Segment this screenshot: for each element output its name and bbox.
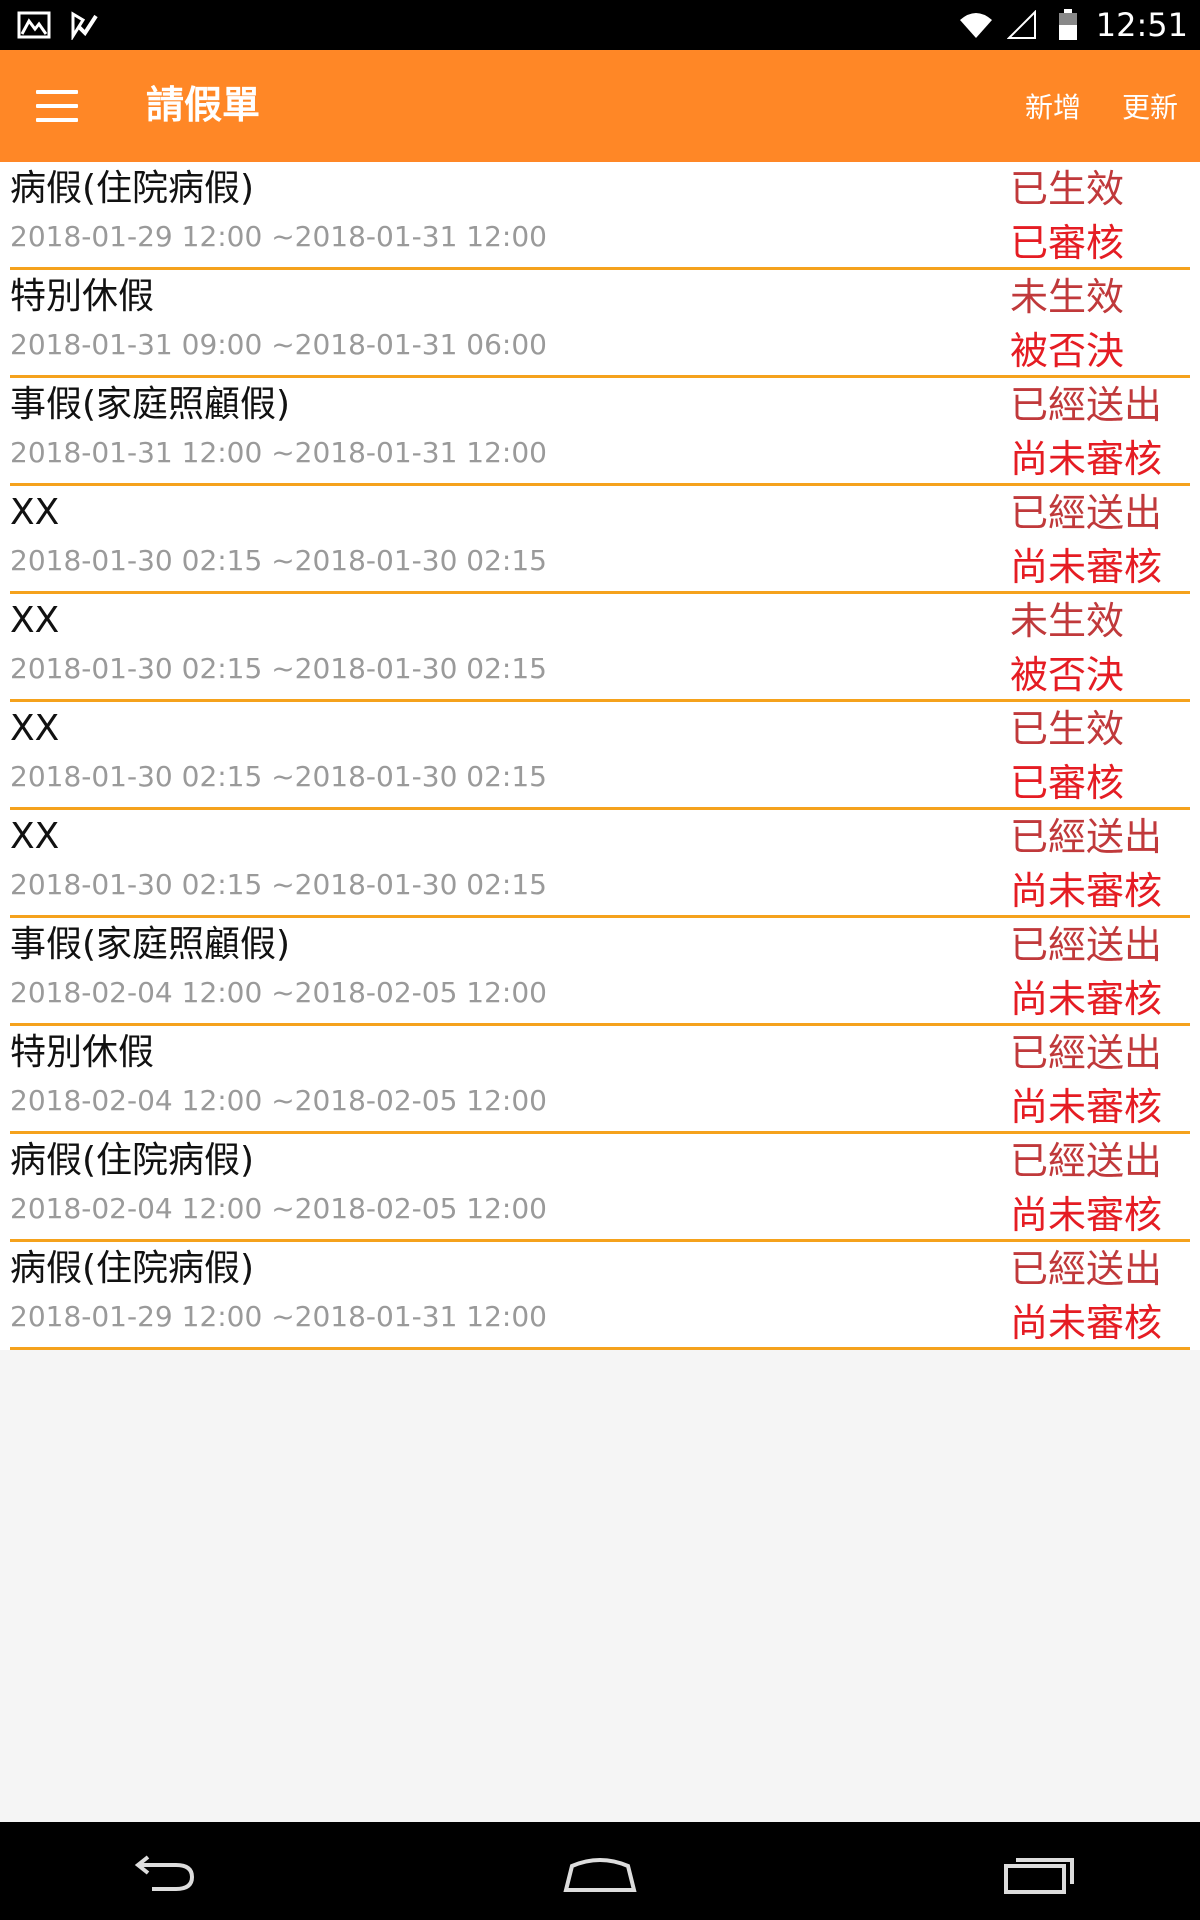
leave-request-row[interactable]: XX 2018-01-30 02:15 ~2018-01-30 02:15 已生效已… [10,702,1190,810]
leave-type-label: 病假(住院病假) [10,1140,255,1181]
hamburger-menu-icon[interactable] [32,82,82,130]
gallery-icon [16,8,52,42]
leave-period: 2018-02-04 12:00 ~2018-02-05 12:00 [10,1192,547,1225]
review-status: 被否決 [1010,329,1125,373]
leave-period: 2018-01-29 12:00 ~2018-01-31 12:00 [10,220,547,253]
effect-status: 未生效 [1010,275,1125,319]
review-status: 尚未審核 [1010,1085,1163,1129]
effect-status: 已經送出 [1010,1139,1163,1183]
review-status: 尚未審核 [1010,1301,1163,1345]
review-status: 尚未審核 [1010,437,1163,481]
leave-request-row[interactable]: XX 2018-01-30 02:15 ~2018-01-30 02:15 已經送出… [10,486,1190,594]
effect-status: 未生效 [1010,599,1125,643]
leave-period: 2018-02-04 12:00 ~2018-02-05 12:00 [10,1084,547,1117]
effect-status: 已經送出 [1010,815,1163,859]
leave-request-row[interactable]: XX 2018-01-30 02:15 ~2018-01-30 02:15 已經送出… [10,810,1190,918]
leave-type-label: 特別休假 [10,1032,155,1073]
leave-request-row[interactable]: 特別休假 2018-02-04 12:00 ~2018-02-05 12:00 已經… [10,1026,1190,1134]
battery-icon [1050,8,1086,42]
review-status: 尚未審核 [1010,977,1163,1021]
review-status: 尚未審核 [1010,869,1163,913]
effect-status: 已生效 [1010,167,1125,211]
leave-type-label: 特別休假 [10,276,155,317]
effect-status: 已經送出 [1010,1247,1163,1291]
leave-period: 2018-02-04 12:00 ~2018-02-05 12:00 [10,976,547,1009]
navigation-bar [0,1822,1200,1920]
page-title: 請假單 [146,83,261,127]
leave-request-row[interactable]: 特別休假 2018-01-31 09:00 ~2018-01-31 06:00 未生… [10,270,1190,378]
review-status: 已審核 [1010,761,1125,805]
leave-period: 2018-01-31 09:00 ~2018-01-31 06:00 [10,328,547,361]
review-status: 尚未審核 [1010,1193,1163,1237]
refresh-button[interactable]: 更新 [1122,88,1178,128]
add-button[interactable]: 新增 [1025,88,1081,128]
leave-request-row[interactable]: XX 2018-01-30 02:15 ~2018-01-30 02:15 未生效被… [10,594,1190,702]
wifi-icon [958,8,994,42]
effect-status: 已生效 [1010,707,1125,751]
leave-type-label: XX [10,600,60,641]
app-toolbar: 請假單 新增 更新 [0,50,1200,162]
leave-period: 2018-01-30 02:15 ~2018-01-30 02:15 [10,760,547,793]
status-bar: 12:51 [0,0,1200,50]
recent-apps-icon[interactable] [995,1848,1085,1898]
leave-request-row[interactable]: 病假(住院病假) 2018-01-29 12:00 ~2018-01-31 12:… [10,1242,1190,1350]
effect-status: 已經送出 [1010,923,1163,967]
effect-status: 已經送出 [1010,1031,1163,1075]
leave-request-row[interactable]: 病假(住院病假) 2018-01-29 12:00 ~2018-01-31 12:… [10,162,1190,270]
leave-request-row[interactable]: 事假(家庭照顧假) 2018-02-04 12:00 ~2018-02-05 12… [10,918,1190,1026]
leave-period: 2018-01-30 02:15 ~2018-01-30 02:15 [10,544,547,577]
leave-type-label: 事假(家庭照顧假) [10,384,291,425]
leave-type-label: XX [10,816,60,857]
leave-request-list: 病假(住院病假) 2018-01-29 12:00 ~2018-01-31 12:… [0,162,1200,1350]
leave-type-label: 事假(家庭照顧假) [10,924,291,965]
signal-icon [1004,8,1040,42]
review-status: 尚未審核 [1010,545,1163,589]
leave-period: 2018-01-30 02:15 ~2018-01-30 02:15 [10,868,547,901]
leave-type-label: XX [10,708,60,749]
review-status: 被否決 [1010,653,1125,697]
leave-period: 2018-01-31 12:00 ~2018-01-31 12:00 [10,436,547,469]
checkmark-notification-icon [66,8,102,42]
leave-type-label: 病假(住院病假) [10,168,255,209]
clock: 12:51 [1095,6,1188,44]
effect-status: 已經送出 [1010,383,1163,427]
leave-period: 2018-01-30 02:15 ~2018-01-30 02:15 [10,652,547,685]
leave-request-row[interactable]: 病假(住院病假) 2018-02-04 12:00 ~2018-02-05 12:… [10,1134,1190,1242]
leave-period: 2018-01-29 12:00 ~2018-01-31 12:00 [10,1300,547,1333]
home-icon[interactable] [555,1848,645,1898]
back-icon[interactable] [118,1848,208,1898]
review-status: 已審核 [1010,221,1125,265]
leave-type-label: XX [10,492,60,533]
effect-status: 已經送出 [1010,491,1163,535]
leave-request-row[interactable]: 事假(家庭照顧假) 2018-01-31 12:00 ~2018-01-31 12… [10,378,1190,486]
leave-type-label: 病假(住院病假) [10,1248,255,1289]
